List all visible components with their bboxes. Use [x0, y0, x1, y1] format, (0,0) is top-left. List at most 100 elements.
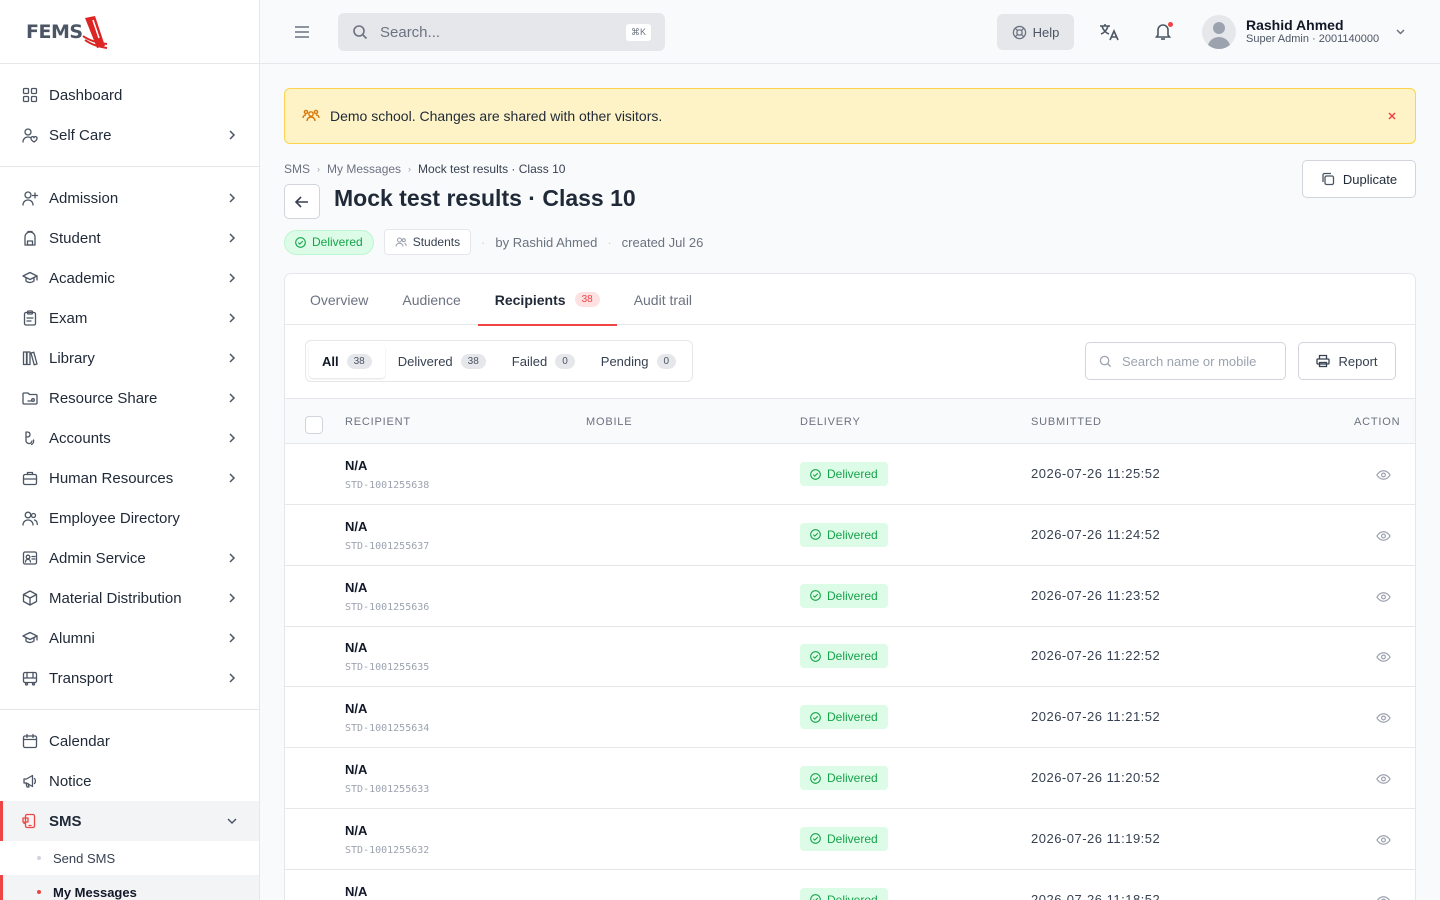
delivery-label: Delivered — [827, 588, 878, 603]
table-row[interactable]: N/A STD-1001255637 Delivered 2026-07-26 11:… — [285, 505, 1415, 566]
eye-icon[interactable] — [1376, 590, 1391, 604]
filter-failed[interactable]: Failed 0 — [499, 344, 588, 378]
table-row[interactable]: N/A STD-1001255636 Delivered 2026-07-26 11:… — [285, 566, 1415, 627]
tab-overview[interactable]: Overview — [293, 274, 385, 325]
chevron-right-icon — [229, 353, 236, 363]
eye-icon[interactable] — [1376, 894, 1391, 900]
filter-all[interactable]: All 38 — [309, 344, 385, 378]
filter-pending[interactable]: Pending 0 — [588, 344, 689, 378]
tab-recipients[interactable]: Recipients 38 — [477, 274, 617, 326]
sidebar-item-admin-service[interactable]: Admin Service — [0, 538, 259, 578]
table-row[interactable]: N/A STD-1001255638 Delivered 2026-07-26 11:… — [285, 444, 1415, 505]
sidebar-item-notice[interactable]: Notice — [0, 761, 259, 801]
delivery-label: Delivered — [827, 892, 878, 900]
delivery-badge: Delivered — [800, 644, 888, 669]
sidebar-item-label: Exam — [49, 309, 88, 327]
table-row[interactable]: N/A STD-1001255635 Delivered 2026-07-26 11:… — [285, 626, 1415, 688]
eye-icon[interactable] — [1376, 650, 1391, 664]
sidebar-item-accounts[interactable]: Accounts — [0, 418, 259, 458]
user-name[interactable]: Rashid Ahmed — [1246, 17, 1344, 33]
chevron-down-icon[interactable] — [1394, 25, 1407, 38]
translate-icon[interactable] — [1098, 21, 1120, 43]
eye-icon[interactable] — [1376, 772, 1391, 786]
select-all-checkbox[interactable] — [305, 416, 323, 434]
sidebar-item-label: Notice — [49, 772, 92, 790]
delivery-badge: Delivered — [800, 766, 888, 790]
filter-count-badge: 0 — [656, 353, 677, 369]
status-filter: All 38 Delivered 38 Failed 0 Pending 0 — [305, 340, 694, 382]
sidebar-item-student[interactable]: Student — [0, 218, 259, 258]
sidebar-item-alumni[interactable]: Alumni — [0, 618, 259, 658]
sidebar-item-academic[interactable]: Academic — [0, 258, 259, 298]
currency-icon — [25, 431, 35, 446]
chevron-right-icon — [229, 273, 236, 283]
close-icon[interactable] — [1386, 110, 1398, 122]
sidebar-item-label: SMS — [49, 812, 82, 830]
report-button[interactable]: Report — [1298, 342, 1396, 380]
filter-delivered[interactable]: Delivered 38 — [385, 344, 499, 378]
avatar[interactable] — [1202, 15, 1236, 49]
tab-audience[interactable]: Audience — [385, 274, 477, 325]
sidebar-item-self-care[interactable]: Self Care — [0, 115, 259, 155]
check-circle-icon — [810, 772, 821, 784]
calendar-icon-wrap — [22, 733, 38, 749]
sidebar-item-exam[interactable]: Exam — [0, 298, 259, 338]
sidebar-item-library[interactable]: Library — [0, 338, 259, 378]
sidebar-item-employee-directory[interactable]: Employee Directory — [0, 498, 259, 538]
table-row[interactable]: N/A STD-1001255634 Delivered 2026-07-26 11:… — [285, 687, 1415, 749]
sidebar-subitem-my-messages[interactable]: My Messages — [0, 875, 259, 900]
clipboard-icon — [23, 310, 37, 326]
table-row[interactable]: N/A STD-1001255632 Delivered 2026-07-26 11:… — [285, 809, 1415, 870]
status-label: Delivered — [312, 235, 363, 249]
sidebar-item-label: Alumni — [49, 629, 95, 647]
submitted-time: 2026-07-26 11:18:52 — [1031, 891, 1161, 900]
chevron-down-icon — [227, 818, 237, 825]
menu-icon[interactable] — [294, 24, 310, 40]
col-mobile[interactable]: MOBILE — [586, 416, 632, 428]
recipient-name: N/A — [345, 458, 368, 473]
duplicate-button[interactable]: Duplicate — [1302, 160, 1416, 198]
sidebar-item-material-distribution[interactable]: Material Distribution — [0, 578, 259, 618]
filter-label: All — [322, 353, 339, 369]
submitted-time: 2026-07-26 11:24:52 — [1031, 526, 1161, 542]
recipient-name: N/A — [345, 579, 368, 595]
recipient-search-input[interactable]: Search name or mobile — [1085, 342, 1286, 380]
eye-icon[interactable] — [1376, 468, 1391, 482]
books-icon-wrap — [22, 350, 38, 366]
breadcrumb-sms[interactable]: SMS — [284, 162, 310, 176]
table-row[interactable]: N/ASTD-1001255631Delivered2026-07-26 11:… — [285, 870, 1415, 900]
currency-icon-wrap — [22, 430, 38, 446]
sidebar-item-dashboard[interactable]: Dashboard — [0, 75, 259, 115]
back-button[interactable] — [284, 184, 320, 219]
people-icon — [302, 109, 320, 122]
col-delivery[interactable]: DELIVERY — [800, 416, 861, 428]
report-label: Report — [1338, 353, 1378, 369]
sidebar-item-human-resources[interactable]: Human Resources — [0, 458, 259, 498]
nav-group: Calendar Notice SMS Send SMS My Messages — [0, 710, 259, 900]
sidebar-item-calendar[interactable]: Calendar — [0, 721, 259, 761]
sidebar-item-resource-share[interactable]: Resource Share — [0, 378, 259, 418]
eye-icon[interactable] — [1376, 529, 1391, 543]
user-heart-icon — [22, 128, 38, 143]
help-button[interactable]: Help — [997, 14, 1074, 50]
global-search[interactable]: Search... ⌘K — [338, 13, 665, 51]
sidebar-subitem-send-sms[interactable]: Send SMS — [0, 841, 259, 875]
sidebar-item-admission[interactable]: Admission — [0, 178, 259, 218]
check-circle-icon — [810, 468, 821, 480]
eye-icon[interactable] — [1376, 833, 1391, 847]
graduation-cap-icon — [22, 271, 38, 284]
eye-icon[interactable] — [1376, 711, 1391, 725]
col-recipient[interactable]: RECIPIENT — [345, 416, 411, 428]
sidebar-item-sms[interactable]: SMS — [0, 801, 259, 841]
tab-audit-trail[interactable]: Audit trail — [617, 274, 709, 325]
sidebar-item-label: Admission — [49, 189, 119, 207]
col-submitted[interactable]: SUBMITTED — [1031, 416, 1102, 428]
table-row[interactable]: N/A STD-1001255633 Delivered 2026-07-26 11:… — [285, 748, 1415, 809]
folder-share-icon-wrap — [22, 390, 38, 406]
breadcrumb-my-messages[interactable]: My Messages — [327, 162, 401, 176]
sidebar-item-transport[interactable]: Transport — [0, 658, 259, 698]
check-circle-icon — [810, 833, 821, 845]
check-circle-icon — [810, 894, 821, 900]
logo[interactable]: FEMS — [0, 0, 259, 64]
grid-icon — [22, 87, 38, 103]
